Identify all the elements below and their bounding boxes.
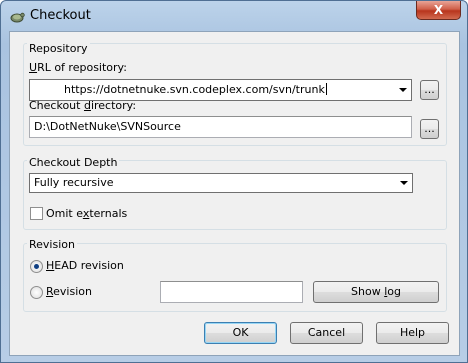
url-value: https://dotnetnuke.svn.codeplex.com/svn/…: [64, 83, 327, 96]
revision-group-label: Revision: [27, 238, 77, 251]
dialog-client-area: Repository URL of repository: https://do…: [9, 31, 460, 356]
show-log-button[interactable]: Show log: [313, 281, 439, 303]
url-combobox[interactable]: https://dotnetnuke.svn.codeplex.com/svn/…: [29, 79, 412, 101]
revision-input[interactable]: [160, 281, 303, 303]
depth-dropdown-arrow-icon[interactable]: [400, 181, 408, 185]
revision-label[interactable]: Revision: [46, 285, 92, 298]
ok-button[interactable]: OK: [204, 322, 277, 344]
repository-group-label: Repository: [27, 42, 90, 55]
tortoisesvn-icon: [10, 12, 25, 23]
checkout-directory-label: Checkout directory:: [29, 99, 137, 112]
revision-radio[interactable]: [30, 286, 43, 299]
checkout-depth-group-label: Checkout Depth: [27, 156, 120, 169]
cancel-button[interactable]: Cancel: [290, 322, 363, 344]
url-label: URL of repository:: [29, 61, 127, 74]
help-button[interactable]: Help: [376, 322, 449, 344]
close-icon: X: [433, 3, 444, 17]
title-bar[interactable]: Checkout X: [1, 1, 467, 31]
omit-externals-label[interactable]: Omit externals: [46, 207, 127, 220]
checkout-depth-value: Fully recursive: [34, 176, 114, 189]
window-title: Checkout: [30, 8, 91, 23]
browse-directory-button[interactable]: ...: [420, 119, 439, 139]
checkout-directory-input[interactable]: D:\DotNetNuke\SVNSource: [29, 116, 412, 138]
head-revision-label[interactable]: HEAD revision: [46, 259, 124, 272]
url-dropdown-arrow-icon[interactable]: [399, 88, 407, 92]
checkout-depth-select[interactable]: Fully recursive: [29, 173, 413, 193]
head-revision-radio[interactable]: [30, 260, 43, 273]
omit-externals-checkbox[interactable]: [30, 207, 43, 220]
browse-url-button[interactable]: ...: [420, 80, 439, 100]
close-button[interactable]: X: [416, 1, 461, 20]
checkout-dialog: Checkout X Repository URL of repository:…: [0, 0, 468, 363]
